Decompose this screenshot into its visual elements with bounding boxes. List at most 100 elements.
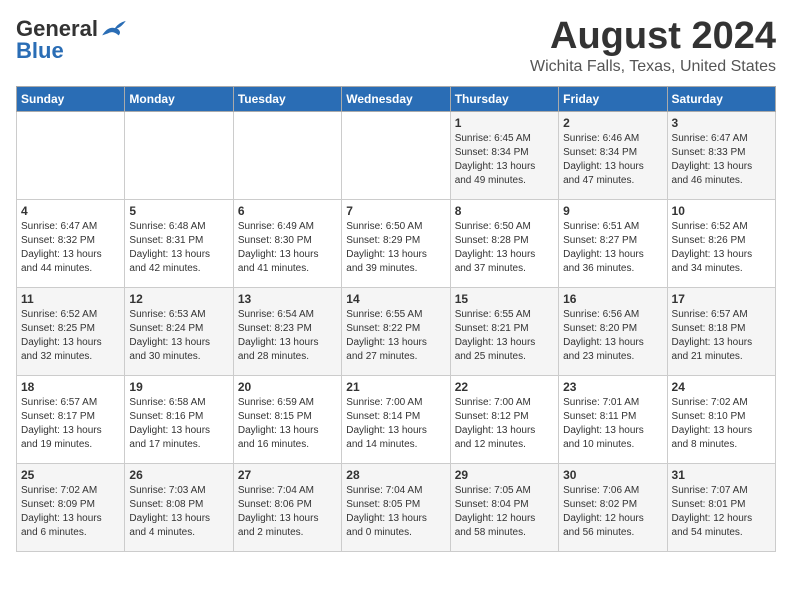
day-number: 11 (21, 292, 120, 306)
day-info: Sunrise: 6:47 AMSunset: 8:33 PMDaylight:… (672, 132, 771, 188)
day-number: 20 (238, 380, 337, 394)
day-number: 7 (346, 204, 445, 218)
calendar-header-tuesday: Tuesday (233, 86, 341, 111)
day-number: 13 (238, 292, 337, 306)
day-number: 19 (129, 380, 228, 394)
day-info: Sunrise: 6:50 AMSunset: 8:29 PMDaylight:… (346, 220, 445, 276)
day-number: 30 (563, 468, 662, 482)
calendar-day-cell: 3 Sunrise: 6:47 AMSunset: 8:33 PMDaylight… (667, 111, 775, 199)
day-number: 26 (129, 468, 228, 482)
calendar-day-cell: 19 Sunrise: 6:58 AMSunset: 8:16 PMDayligh… (125, 375, 233, 463)
day-number: 5 (129, 204, 228, 218)
day-info: Sunrise: 6:56 AMSunset: 8:20 PMDaylight:… (563, 308, 662, 364)
day-info: Sunrise: 6:48 AMSunset: 8:31 PMDaylight:… (129, 220, 228, 276)
calendar-header-wednesday: Wednesday (342, 86, 450, 111)
calendar-day-cell (17, 111, 125, 199)
day-number: 10 (672, 204, 771, 218)
location-title: Wichita Falls, Texas, United States (530, 58, 776, 76)
calendar-header-monday: Monday (125, 86, 233, 111)
calendar-day-cell: 9Sunrise: 6:51 AMSunset: 8:27 PMDaylight… (559, 199, 667, 287)
calendar-table: SundayMondayTuesdayWednesdayThursdayFrid… (16, 86, 776, 552)
calendar-week-3: 11Sunrise: 6:52 AMSunset: 8:25 PMDayligh… (17, 287, 776, 375)
calendar-week-5: 25 Sunrise: 7:02 AMSunset: 8:09 PMDayligh… (17, 463, 776, 551)
title-area: August 2024 Wichita Falls, Texas, United… (530, 16, 776, 76)
day-number: 15 (455, 292, 554, 306)
day-info: Sunrise: 7:00 AMSunset: 8:12 PMDaylight:… (455, 396, 554, 452)
calendar-day-cell: 14 Sunrise: 6:55 AMSunset: 8:22 PMDayligh… (342, 287, 450, 375)
calendar-day-cell: 2 Sunrise: 6:46 AMSunset: 8:34 PMDaylight… (559, 111, 667, 199)
calendar-day-cell: 29 Sunrise: 7:05 AMSunset: 8:04 PMDayligh… (450, 463, 558, 551)
calendar-day-cell: 23 Sunrise: 7:01 AMSunset: 8:11 PMDayligh… (559, 375, 667, 463)
day-number: 16 (563, 292, 662, 306)
calendar-header-row: SundayMondayTuesdayWednesdayThursdayFrid… (17, 86, 776, 111)
day-number: 14 (346, 292, 445, 306)
day-number: 6 (238, 204, 337, 218)
day-number: 31 (672, 468, 771, 482)
day-info: Sunrise: 7:05 AMSunset: 8:04 PMDaylight:… (455, 484, 554, 540)
day-info: Sunrise: 6:55 AMSunset: 8:22 PMDaylight:… (346, 308, 445, 364)
day-info: Sunrise: 6:50 AMSunset: 8:28 PMDaylight:… (455, 220, 554, 276)
day-info: Sunrise: 6:47 AMSunset: 8:32 PMDaylight:… (21, 220, 120, 276)
calendar-day-cell: 11Sunrise: 6:52 AMSunset: 8:25 PMDayligh… (17, 287, 125, 375)
day-number: 22 (455, 380, 554, 394)
day-info: Sunrise: 6:57 AMSunset: 8:18 PMDaylight:… (672, 308, 771, 364)
calendar-day-cell: 18 Sunrise: 6:57 AMSunset: 8:17 PMDayligh… (17, 375, 125, 463)
day-number: 18 (21, 380, 120, 394)
day-info: Sunrise: 6:58 AMSunset: 8:16 PMDaylight:… (129, 396, 228, 452)
calendar-day-cell: 4 Sunrise: 6:47 AMSunset: 8:32 PMDaylight… (17, 199, 125, 287)
day-info: Sunrise: 6:57 AMSunset: 8:17 PMDaylight:… (21, 396, 120, 452)
calendar-day-cell: 22 Sunrise: 7:00 AMSunset: 8:12 PMDayligh… (450, 375, 558, 463)
day-info: Sunrise: 6:52 AMSunset: 8:26 PMDaylight:… (672, 220, 771, 276)
calendar-day-cell (233, 111, 341, 199)
calendar-week-4: 18 Sunrise: 6:57 AMSunset: 8:17 PMDayligh… (17, 375, 776, 463)
day-info: Sunrise: 7:02 AMSunset: 8:09 PMDaylight:… (21, 484, 120, 540)
calendar-day-cell: 13 Sunrise: 6:54 AMSunset: 8:23 PMDayligh… (233, 287, 341, 375)
calendar-day-cell: 5 Sunrise: 6:48 AMSunset: 8:31 PMDaylight… (125, 199, 233, 287)
day-number: 2 (563, 116, 662, 130)
day-info: Sunrise: 6:54 AMSunset: 8:23 PMDaylight:… (238, 308, 337, 364)
calendar-day-cell: 8 Sunrise: 6:50 AMSunset: 8:28 PMDaylight… (450, 199, 558, 287)
calendar-day-cell: 28 Sunrise: 7:04 AMSunset: 8:05 PMDayligh… (342, 463, 450, 551)
calendar-day-cell (125, 111, 233, 199)
calendar-day-cell (342, 111, 450, 199)
day-number: 9 (563, 204, 662, 218)
day-info: Sunrise: 7:04 AMSunset: 8:06 PMDaylight:… (238, 484, 337, 540)
month-title: August 2024 (530, 16, 776, 58)
calendar-day-cell: 7 Sunrise: 6:50 AMSunset: 8:29 PMDaylight… (342, 199, 450, 287)
day-number: 25 (21, 468, 120, 482)
day-info: Sunrise: 7:07 AMSunset: 8:01 PMDaylight:… (672, 484, 771, 540)
day-number: 1 (455, 116, 554, 130)
day-number: 8 (455, 204, 554, 218)
header: General Blue August 2024 Wichita Falls, … (16, 16, 776, 76)
calendar-day-cell: 1 Sunrise: 6:45 AMSunset: 8:34 PMDaylight… (450, 111, 558, 199)
day-info: Sunrise: 6:53 AMSunset: 8:24 PMDaylight:… (129, 308, 228, 364)
calendar-day-cell: 10 Sunrise: 6:52 AMSunset: 8:26 PMDayligh… (667, 199, 775, 287)
calendar-day-cell: 21Sunrise: 7:00 AMSunset: 8:14 PMDayligh… (342, 375, 450, 463)
calendar-header-sunday: Sunday (17, 86, 125, 111)
calendar-header-friday: Friday (559, 86, 667, 111)
day-info: Sunrise: 7:01 AMSunset: 8:11 PMDaylight:… (563, 396, 662, 452)
calendar-week-1: 1 Sunrise: 6:45 AMSunset: 8:34 PMDaylight… (17, 111, 776, 199)
day-info: Sunrise: 7:02 AMSunset: 8:10 PMDaylight:… (672, 396, 771, 452)
logo-bird-icon (100, 19, 128, 39)
day-number: 3 (672, 116, 771, 130)
day-number: 23 (563, 380, 662, 394)
day-info: Sunrise: 7:03 AMSunset: 8:08 PMDaylight:… (129, 484, 228, 540)
calendar-day-cell: 15 Sunrise: 6:55 AMSunset: 8:21 PMDayligh… (450, 287, 558, 375)
day-info: Sunrise: 6:59 AMSunset: 8:15 PMDaylight:… (238, 396, 337, 452)
day-info: Sunrise: 6:49 AMSunset: 8:30 PMDaylight:… (238, 220, 337, 276)
day-info: Sunrise: 7:04 AMSunset: 8:05 PMDaylight:… (346, 484, 445, 540)
day-number: 27 (238, 468, 337, 482)
day-number: 29 (455, 468, 554, 482)
calendar-day-cell: 27 Sunrise: 7:04 AMSunset: 8:06 PMDayligh… (233, 463, 341, 551)
day-number: 4 (21, 204, 120, 218)
calendar-day-cell: 24Sunrise: 7:02 AMSunset: 8:10 PMDayligh… (667, 375, 775, 463)
day-info: Sunrise: 6:46 AMSunset: 8:34 PMDaylight:… (563, 132, 662, 188)
day-number: 28 (346, 468, 445, 482)
calendar-day-cell: 20 Sunrise: 6:59 AMSunset: 8:15 PMDayligh… (233, 375, 341, 463)
calendar-day-cell: 17Sunrise: 6:57 AMSunset: 8:18 PMDayligh… (667, 287, 775, 375)
logo-blue: Blue (16, 38, 64, 64)
day-info: Sunrise: 7:06 AMSunset: 8:02 PMDaylight:… (563, 484, 662, 540)
day-info: Sunrise: 6:45 AMSunset: 8:34 PMDaylight:… (455, 132, 554, 188)
day-info: Sunrise: 6:55 AMSunset: 8:21 PMDaylight:… (455, 308, 554, 364)
